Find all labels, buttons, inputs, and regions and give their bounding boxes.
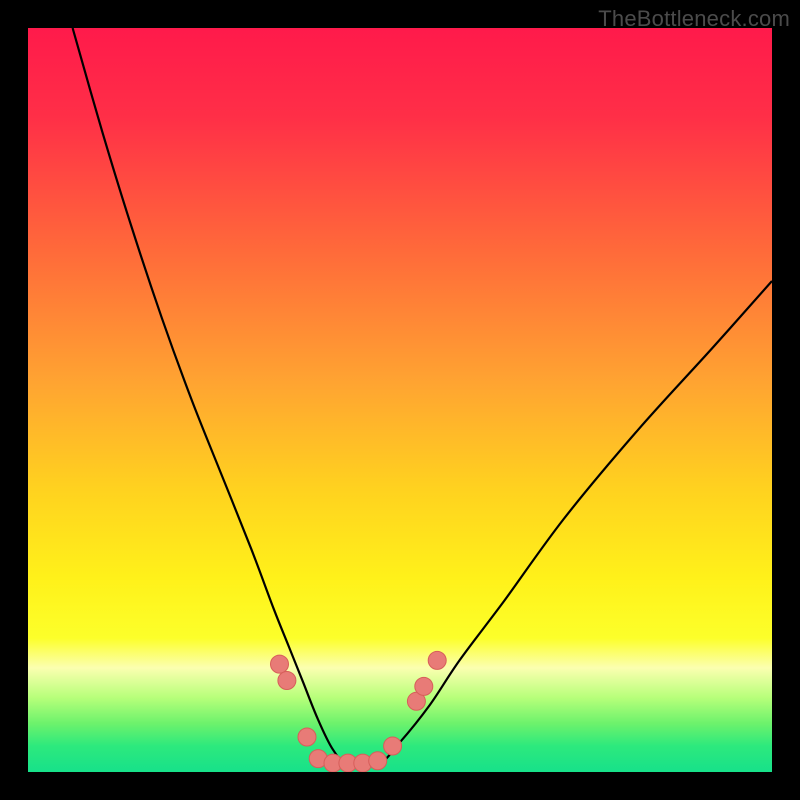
curve-marker (384, 737, 402, 755)
curve-marker (278, 672, 296, 690)
curve-marker (271, 655, 289, 673)
chart-svg (28, 28, 772, 772)
curve-marker (298, 728, 316, 746)
curve-marker (428, 651, 446, 669)
curve-marker (369, 752, 387, 770)
curve-marker (415, 677, 433, 695)
bottleneck-curve (73, 28, 772, 767)
outer-frame: TheBottleneck.com (0, 0, 800, 800)
plot-area (28, 28, 772, 772)
